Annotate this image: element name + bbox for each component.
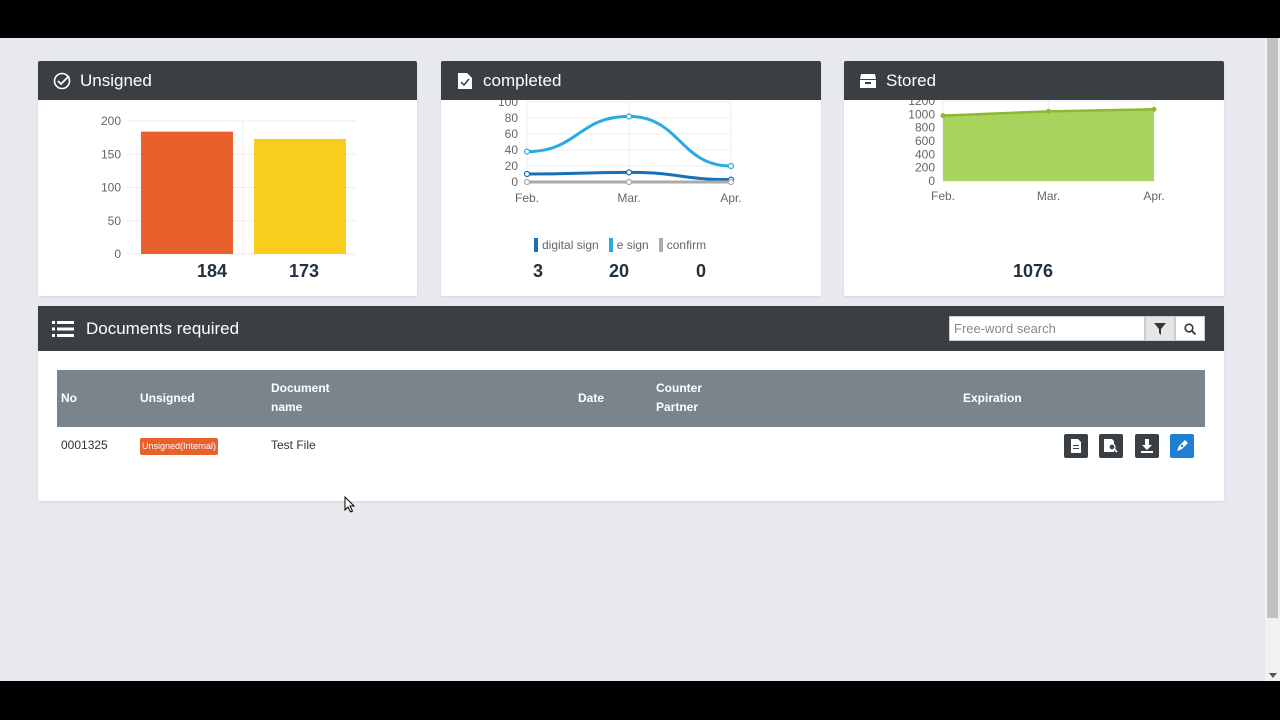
table-header: No Unsigned Document name Date Counter P… <box>57 370 1205 427</box>
documents-table: No Unsigned Document name Date Counter P… <box>57 370 1205 463</box>
stored-count: 1076 <box>1013 261 1054 281</box>
bar <box>254 138 346 254</box>
table-row[interactable]: 0001325 Unsigned(Internal) Test File <box>57 427 1205 463</box>
data-point <box>523 148 531 155</box>
y-tick-label: 40 <box>505 143 519 157</box>
x-tick-label: Feb. <box>515 191 539 205</box>
search-button[interactable] <box>1175 316 1205 341</box>
mouse-cursor-icon <box>344 496 356 513</box>
y-tick-label: 800 <box>915 121 935 135</box>
download-icon <box>1141 439 1153 453</box>
y-tick-label: 0 <box>928 174 935 188</box>
digital-sign-count: 3 <box>533 261 544 281</box>
row-document-name: Test File <box>271 438 316 452</box>
scroll-down-arrow-icon[interactable] <box>1269 673 1277 678</box>
completed-card-header: completed <box>441 61 821 100</box>
col-date: Date <box>578 391 605 405</box>
stored-card: Stored 0 200 400 600 800 1000 1200 Feb. Mar. Apr.… <box>844 61 1224 296</box>
stored-area-chart: 020040060080010001200 Feb. Mar. Apr. <box>908 100 1164 203</box>
dashboard-viewport: Unsigned 050100150200Unsigned(Internal)U… <box>0 38 1280 681</box>
document-icon <box>455 71 475 91</box>
y-tick-label: 1200 <box>908 100 935 108</box>
stored-card-header: Stored <box>844 61 1224 100</box>
preview-icon <box>1104 439 1118 453</box>
download-button[interactable] <box>1135 434 1159 458</box>
col-expiration: Expiration <box>963 391 1022 405</box>
documents-header: Documents required Free-word search <box>38 306 1224 351</box>
y-tick-label: 600 <box>915 134 935 148</box>
unsigned-card-header: Unsigned <box>38 61 417 100</box>
unsigned-card: Unsigned 050100150200Unsigned(Internal)U… <box>38 61 417 296</box>
y-tick-label: 50 <box>108 214 122 228</box>
row-no: 0001325 <box>61 438 108 452</box>
unsigned-card-title: Unsigned <box>80 70 152 90</box>
scrollbar-thumb[interactable] <box>1267 38 1278 618</box>
area-fill <box>943 109 1154 181</box>
unsigned-internal-count: 184 <box>197 261 228 281</box>
status-badge: Unsigned(Internal) <box>140 438 219 455</box>
bar <box>141 131 233 254</box>
document-icon <box>1071 439 1081 453</box>
col-document-name: Document name <box>271 381 330 414</box>
completed-legend: digital sign e sign confirm <box>534 238 706 252</box>
y-tick-label: 200 <box>101 114 121 128</box>
x-tick-label: Mar. <box>617 191 640 205</box>
legend-e-sign: e sign <box>608 238 649 252</box>
data-point <box>1151 106 1157 112</box>
data-point <box>523 170 531 178</box>
sign-pen-icon <box>1177 440 1188 451</box>
search-icon <box>1184 322 1196 335</box>
y-tick-label: 150 <box>101 147 121 161</box>
y-tick-label: 100 <box>101 181 121 195</box>
x-tick-label: Apr. <box>1143 189 1164 203</box>
data-point <box>727 162 735 170</box>
filter-button[interactable] <box>1145 316 1175 341</box>
documents-card: Documents required Free-word search No U… <box>38 306 1224 501</box>
legend-confirm: confirm <box>658 238 706 252</box>
completed-line-chart: 0 20 40 60 80 100 Feb. Mar. Apr. <box>498 100 742 205</box>
list-icon <box>52 320 74 338</box>
view-document-button[interactable] <box>1064 434 1088 458</box>
confirm-count: 0 <box>696 261 707 281</box>
data-point <box>727 178 735 186</box>
data-point <box>940 113 946 119</box>
completed-card: completed 0 20 40 60 80 100 Feb. Mar. Apr. digit… <box>441 61 821 296</box>
data-point <box>625 178 633 186</box>
archive-icon <box>858 71 878 91</box>
y-tick-label: 400 <box>915 147 935 161</box>
col-counter-partner: Counter Partner <box>656 381 702 414</box>
col-unsigned: Unsigned <box>140 391 195 405</box>
y-tick-label: 60 <box>505 127 519 141</box>
data-point <box>1046 108 1051 114</box>
filter-icon <box>1154 322 1166 335</box>
data-point <box>523 178 531 186</box>
col-no: No <box>61 391 77 405</box>
stored-card-title: Stored <box>886 70 937 90</box>
e-sign-count: 20 <box>609 261 630 281</box>
data-point <box>625 169 633 176</box>
y-tick-label: 1000 <box>908 107 935 121</box>
y-tick-label: 200 <box>915 161 935 175</box>
completed-card-title: completed <box>483 70 562 90</box>
search-input[interactable]: Free-word search <box>949 316 1145 341</box>
y-tick-label: 80 <box>505 111 519 125</box>
x-tick-label: Feb. <box>931 189 955 203</box>
preview-button[interactable] <box>1099 434 1123 458</box>
legend-digital-sign: digital sign <box>534 238 599 252</box>
unsigned-bar-chart: 050100150200Unsigned(Internal)Unsigned(E… <box>101 114 356 260</box>
documents-title: Documents required <box>86 318 240 338</box>
y-tick-label: 0 <box>114 247 121 260</box>
y-tick-label: 100 <box>498 100 518 109</box>
x-tick-label: Apr. <box>720 191 741 205</box>
x-tick-label: Mar. <box>1037 189 1060 203</box>
y-tick-label: 20 <box>505 159 519 173</box>
check-circle-icon <box>52 71 72 91</box>
y-tick-label: 0 <box>511 175 518 189</box>
sign-button[interactable] <box>1170 434 1194 458</box>
vertical-scrollbar[interactable] <box>1265 38 1280 681</box>
data-point <box>625 113 633 120</box>
unsigned-external-count: 173 <box>289 261 320 281</box>
